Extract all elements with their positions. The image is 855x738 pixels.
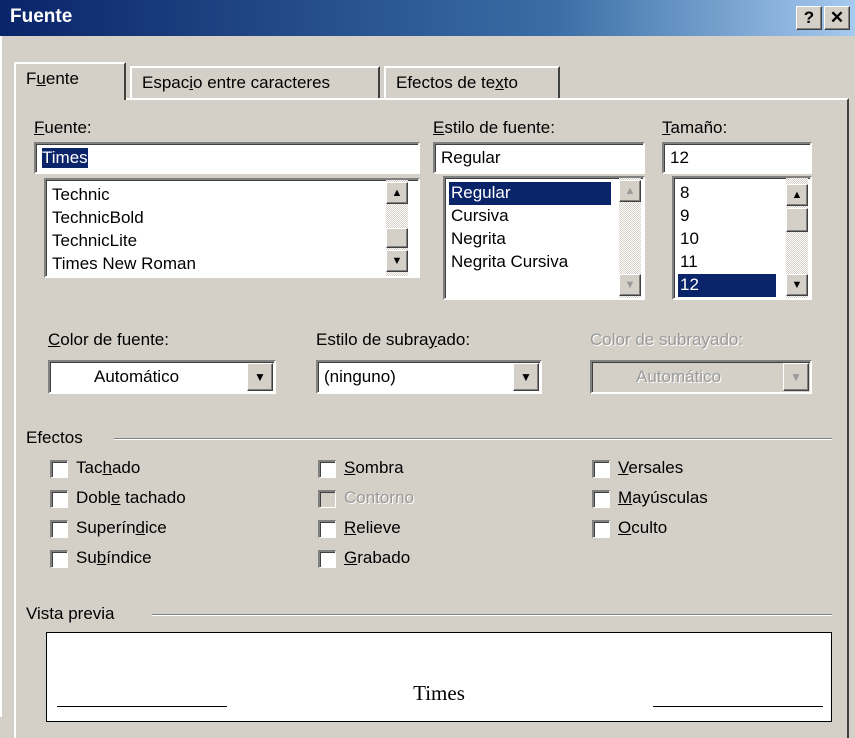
list-item[interactable]: 11: [678, 251, 698, 274]
size-scrollbar[interactable]: ▲ ▼: [786, 178, 808, 298]
underline-style-value: (ninguno): [324, 367, 396, 386]
size-input[interactable]: 12: [662, 142, 812, 174]
checkbox-contorno[interactable]: [318, 490, 336, 508]
chevron-down-icon[interactable]: ▼: [783, 363, 809, 391]
tab-label-key: u: [36, 69, 46, 88]
font-input[interactable]: Times: [34, 142, 420, 174]
list-item[interactable]: TechnicLite: [50, 230, 137, 253]
list-item-selected[interactable]: 12: [678, 274, 776, 297]
list-item[interactable]: Negrita: [449, 228, 506, 251]
preview-divider: [152, 614, 832, 616]
scroll-up-icon[interactable]: ▲: [786, 184, 808, 206]
tab-label: Espac: [142, 73, 190, 92]
font-input-value: Times: [42, 148, 88, 168]
checkbox-label: Subíndice: [76, 548, 152, 567]
underline-style-select[interactable]: (ninguno) ▼: [316, 360, 542, 394]
tab-efectos-texto[interactable]: Efectos de texto: [384, 66, 560, 98]
preview-text: Times: [413, 681, 465, 705]
style-input[interactable]: Regular: [433, 142, 645, 174]
preview-box: Times: [46, 632, 832, 722]
checkbox-doble-tachado[interactable]: [50, 490, 68, 508]
scroll-down-icon[interactable]: ▼: [619, 274, 641, 296]
size-input-value: 12: [670, 148, 689, 167]
font-color-label: Color de fuente:: [48, 330, 169, 349]
checkbox-label: Versales: [618, 458, 684, 477]
font-color-select[interactable]: Automático ▼: [48, 360, 276, 394]
style-list[interactable]: Regular Cursiva Negrita Negrita Cursiva …: [443, 176, 645, 300]
style-label: Estilo de fuente:: [433, 118, 555, 137]
chevron-down-icon[interactable]: ▼: [513, 363, 539, 391]
tab-fuente[interactable]: Fuente: [14, 62, 126, 100]
preview-baseline-right: [653, 706, 823, 707]
size-list[interactable]: 8 9 10 11 12 ▲ ▼: [672, 176, 812, 300]
checkbox-superindice[interactable]: [50, 520, 68, 538]
size-label: Tamaño:: [662, 118, 728, 137]
style-scrollbar[interactable]: ▲ ▼: [619, 178, 641, 298]
checkbox-label: Superíndice: [76, 518, 167, 537]
checkbox-label: Mayúsculas: [618, 488, 708, 507]
underline-color-value: Automático: [636, 367, 722, 386]
checkbox-label: Sombra: [344, 458, 404, 477]
list-item[interactable]: Times New Roman: [50, 253, 196, 276]
list-item[interactable]: 8: [678, 182, 689, 205]
checkbox-subindice[interactable]: [50, 550, 68, 568]
preview-baseline-left: [57, 706, 227, 707]
tab-label: ente: [45, 69, 79, 88]
list-item-selected[interactable]: Regular: [449, 182, 611, 205]
tab-label: to: [503, 73, 518, 92]
checkbox-label: Relieve: [344, 518, 401, 537]
checkbox-grabado[interactable]: [318, 550, 336, 568]
checkbox-relieve[interactable]: [318, 520, 336, 538]
preview-label: Vista previa: [26, 604, 115, 623]
tab-label: Efectos de te: [396, 73, 496, 92]
scroll-up-icon[interactable]: ▲: [619, 180, 641, 202]
font-color-value: Automático: [94, 367, 180, 386]
scroll-down-icon[interactable]: ▼: [786, 274, 808, 296]
checkbox-oculto[interactable]: [592, 520, 610, 538]
checkbox-mayusculas[interactable]: [592, 490, 610, 508]
list-item[interactable]: Negrita Cursiva: [449, 251, 568, 274]
checkbox-tachado[interactable]: [50, 460, 68, 478]
list-item[interactable]: Technic: [50, 184, 110, 207]
font-label: Fuente:: [34, 118, 92, 137]
chevron-down-icon[interactable]: ▼: [247, 363, 273, 391]
scroll-thumb[interactable]: [786, 208, 808, 232]
checkbox-label: Oculto: [618, 518, 668, 537]
checkbox-label: Tachado: [76, 458, 141, 477]
tab-label: F: [26, 69, 37, 88]
underline-color-label: Color de subrayado:: [590, 330, 744, 349]
scroll-thumb[interactable]: [386, 228, 408, 248]
checkbox-label: Doble tachado: [76, 488, 186, 507]
effects-divider: [114, 438, 832, 440]
tab-label-key: x: [495, 73, 504, 92]
checkbox-label: Grabado: [344, 548, 411, 567]
list-item[interactable]: 10: [678, 228, 699, 251]
tab-espacio[interactable]: Espacio entre caracteres: [130, 66, 380, 98]
style-input-value: Regular: [441, 148, 501, 167]
scroll-down-icon[interactable]: ▼: [386, 250, 408, 272]
checkbox-sombra[interactable]: [318, 460, 336, 478]
title-bar: Fuente ? ✕: [0, 0, 855, 36]
font-scrollbar[interactable]: ▲ ▼: [386, 180, 408, 276]
help-button[interactable]: ?: [796, 6, 822, 30]
checkbox-versales[interactable]: [592, 460, 610, 478]
checkbox-label: Contorno: [344, 488, 414, 507]
list-item[interactable]: Cursiva: [449, 205, 509, 228]
list-item[interactable]: TechnicBold: [50, 207, 144, 230]
effects-label: Efectos: [26, 428, 83, 447]
underline-style-label: Estilo de subrayado:: [316, 330, 471, 349]
window-title: Fuente: [10, 6, 73, 27]
underline-color-select[interactable]: Automático ▼: [590, 360, 812, 394]
tab-label: o entre caracteres: [193, 73, 331, 92]
list-item[interactable]: 9: [678, 205, 689, 228]
font-list[interactable]: Technic TechnicBold TechnicLite Times Ne…: [44, 178, 420, 278]
close-button[interactable]: ✕: [824, 6, 850, 30]
scroll-up-icon[interactable]: ▲: [386, 182, 408, 204]
